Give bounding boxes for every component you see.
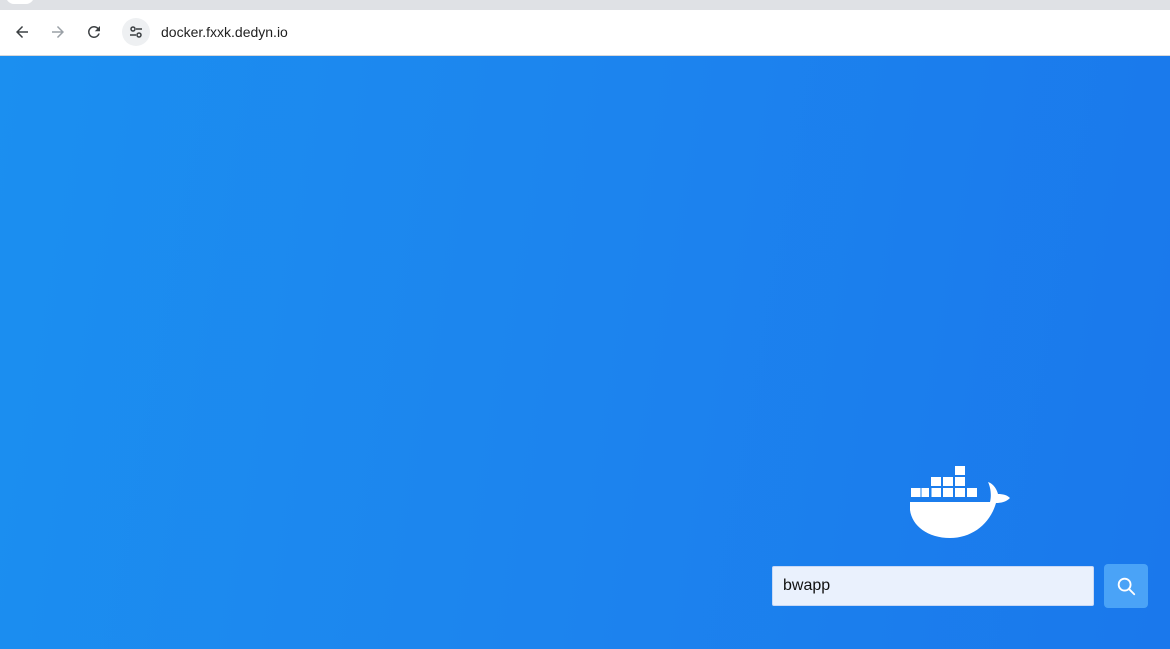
arrow-left-icon <box>16 26 28 38</box>
reload-button[interactable] <box>80 18 108 46</box>
forward-button[interactable] <box>44 18 72 46</box>
search-button[interactable] <box>1104 564 1148 608</box>
reload-icon <box>88 25 100 38</box>
tune-icon <box>130 26 142 38</box>
back-button[interactable] <box>8 18 36 46</box>
docker-whale-icon <box>910 466 1010 538</box>
page-content <box>0 56 1170 649</box>
arrow-right-icon <box>52 26 64 38</box>
search-icon <box>1117 577 1136 596</box>
active-tab[interactable] <box>6 0 34 4</box>
site-info-button[interactable] <box>122 18 150 46</box>
search-input[interactable] <box>772 566 1094 606</box>
url-text[interactable]: docker.fxxk.dedyn.io <box>161 24 288 40</box>
browser-toolbar: docker.fxxk.dedyn.io <box>0 10 1170 56</box>
tab-strip <box>0 0 1170 10</box>
address-bar[interactable]: docker.fxxk.dedyn.io <box>118 15 1170 49</box>
